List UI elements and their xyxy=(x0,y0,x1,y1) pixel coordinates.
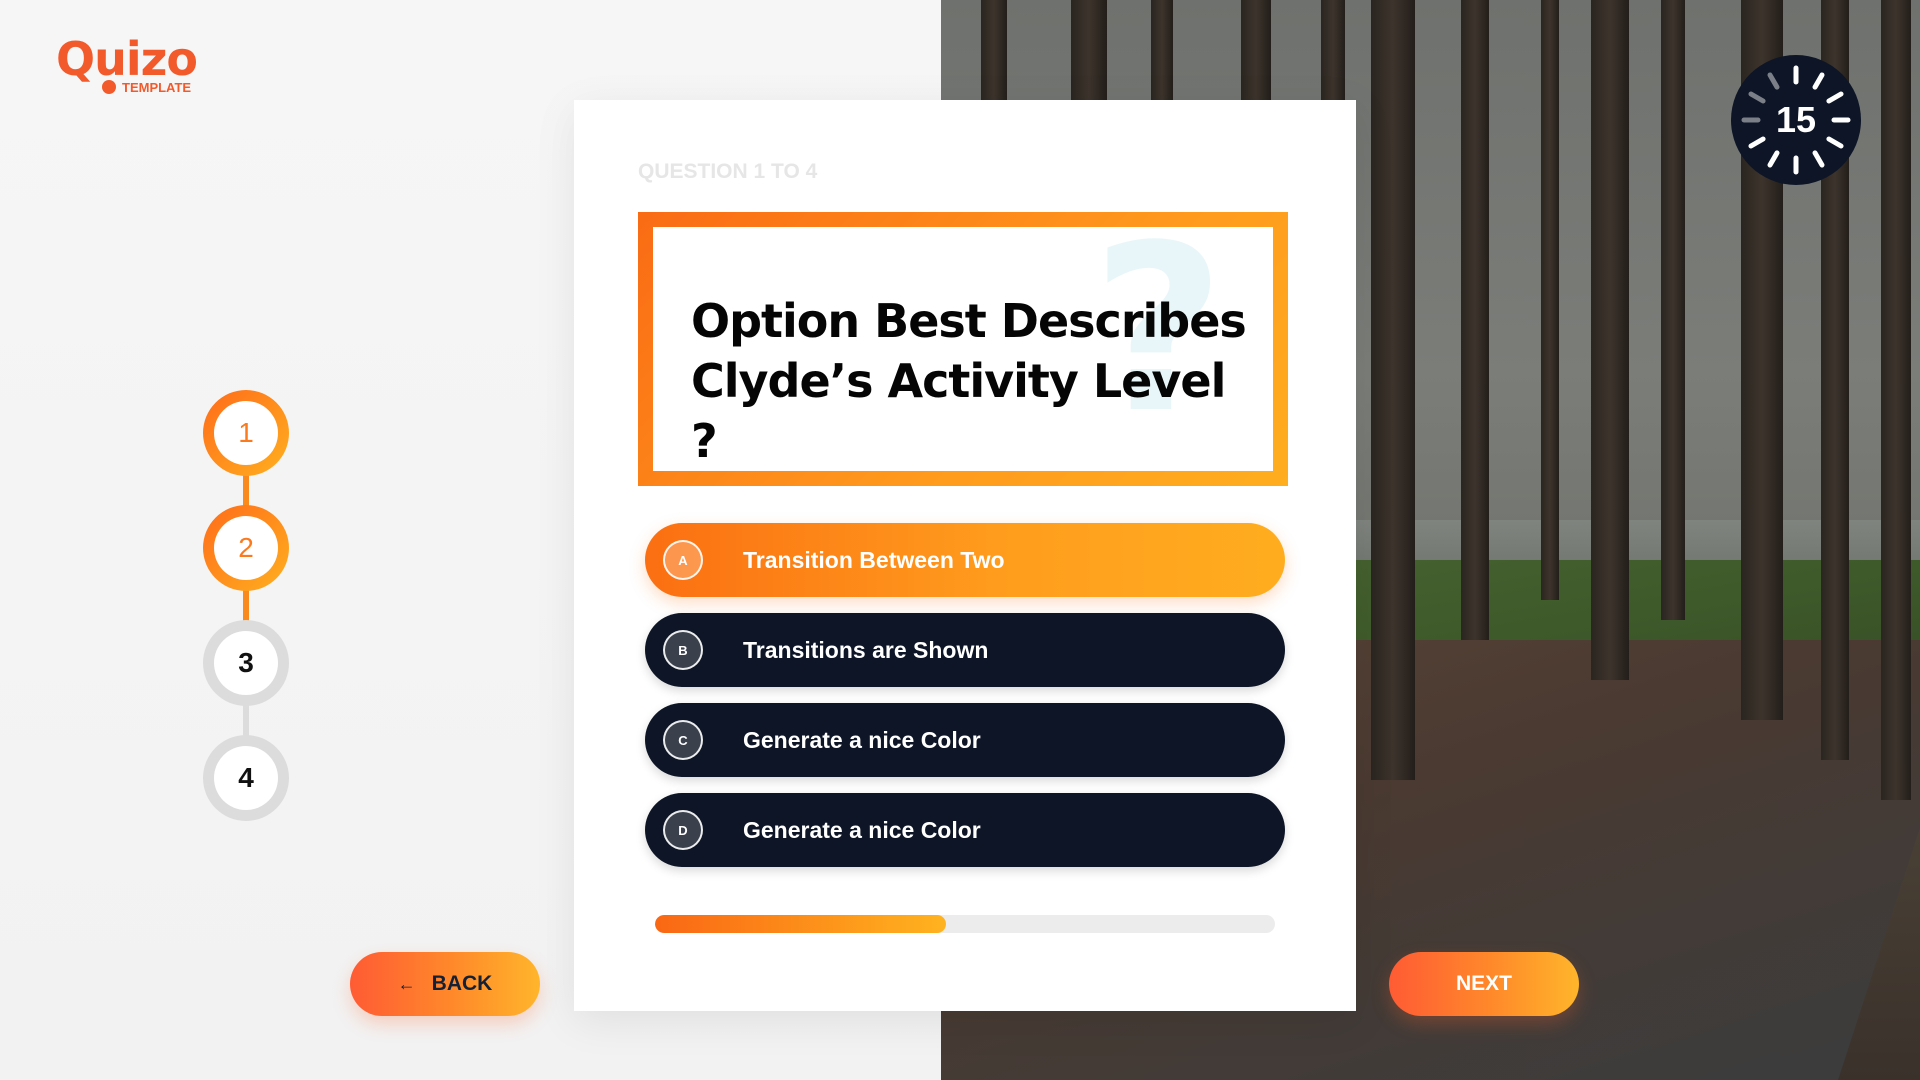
question-box: ? Option Best Describes Clyde’s Activity… xyxy=(638,212,1288,486)
question-text: Option Best Describes Clyde’s Activity L… xyxy=(691,294,1247,468)
step-4[interactable]: 4 xyxy=(203,735,289,821)
option-label: Generate a nice Color xyxy=(743,816,981,843)
option-label: Transitions are Shown xyxy=(743,636,989,663)
option-d[interactable]: D Generate a nice Color xyxy=(645,793,1285,867)
option-letter: D xyxy=(663,810,703,850)
logo-subtitle: TEMPLATE xyxy=(122,80,192,95)
progress-fill xyxy=(655,915,947,933)
option-label: Transition Between Two xyxy=(743,546,1005,573)
option-label: Generate a nice Color xyxy=(743,726,981,753)
step-1[interactable]: 1 xyxy=(203,390,289,476)
back-label: BACK xyxy=(431,972,493,995)
step-number: 2 xyxy=(214,516,278,580)
quizo-logo: Quizo TEMPLATE xyxy=(56,32,236,102)
next-button[interactable]: NEXT xyxy=(1389,952,1579,1016)
option-c[interactable]: C Generate a nice Color xyxy=(645,703,1285,777)
question-counter: QUESTION 1 TO 4 xyxy=(638,160,818,183)
logo-text: Quizo xyxy=(56,32,198,86)
option-a[interactable]: A Transition Between Two xyxy=(645,523,1285,597)
step-3[interactable]: 3 xyxy=(203,620,289,706)
back-button[interactable]: ← BACK xyxy=(350,952,540,1016)
option-letter: B xyxy=(663,630,703,670)
option-letter: C xyxy=(663,720,703,760)
logo-dot xyxy=(102,80,116,94)
next-label: NEXT xyxy=(1455,972,1512,995)
countdown-timer: 15 xyxy=(1731,55,1861,185)
step-number: 3 xyxy=(214,631,278,695)
step-number: 1 xyxy=(214,401,278,465)
option-b[interactable]: B Transitions are Shown xyxy=(645,613,1285,687)
option-letter: A xyxy=(663,540,703,580)
step-number: 4 xyxy=(214,746,278,810)
arrow-left-icon: ← xyxy=(397,973,416,994)
question-card: QUESTION 1 TO 4 ? Option Best Describes … xyxy=(574,100,1356,1011)
step-tracker: 1 2 3 4 xyxy=(203,390,289,821)
timer-value: 15 xyxy=(1775,99,1817,140)
progress-bar xyxy=(655,915,1275,933)
step-2[interactable]: 2 xyxy=(203,505,289,591)
